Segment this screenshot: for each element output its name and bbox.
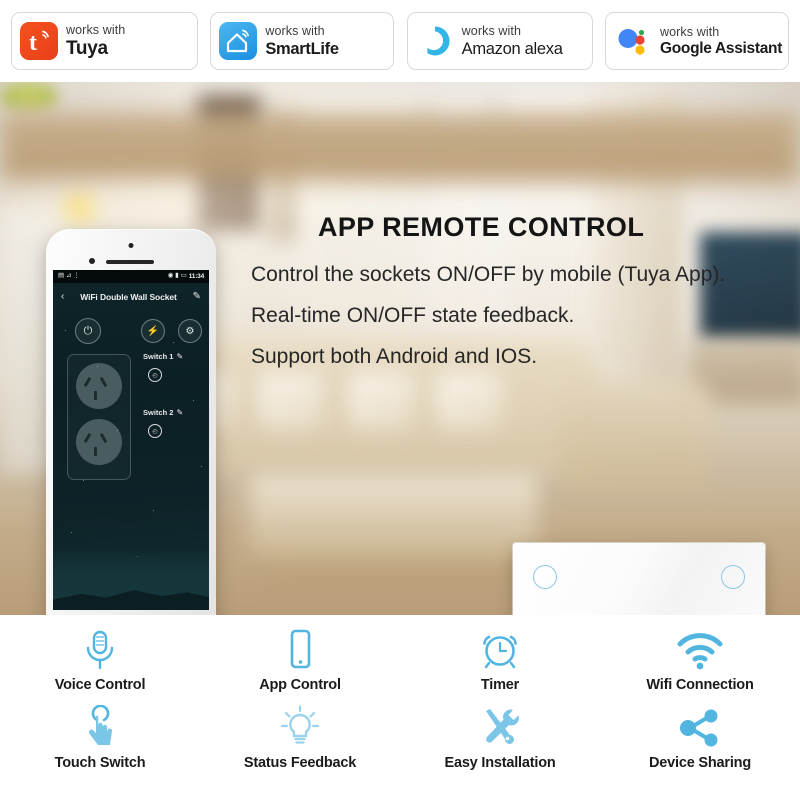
clock-timer-icon[interactable]: ◴ xyxy=(148,368,162,382)
switch-label: Switch 1 xyxy=(143,352,174,361)
hero-line-1: Control the sockets ON/OFF by mobile (Tu… xyxy=(251,263,726,286)
battery-icon: ◉ ▮ ▭ xyxy=(167,272,187,280)
power-button-icon[interactable]: ⏻ xyxy=(75,318,101,344)
touch-indicator-left-icon[interactable] xyxy=(533,565,557,589)
touch-hand-icon xyxy=(80,705,120,749)
status-bar-time: 11:34 xyxy=(188,273,204,280)
lightbulb-icon xyxy=(278,705,322,749)
feature-label: Easy Installation xyxy=(444,755,556,771)
wifi-signal-icon xyxy=(676,627,724,671)
feature-voice-control: Voice Control xyxy=(0,627,200,693)
proximity-sensor-icon xyxy=(89,258,95,264)
page-title: APP REMOTE CONTROL xyxy=(318,212,645,242)
touch-indicator-right-icon[interactable] xyxy=(721,565,745,589)
pencil-edit-icon[interactable]: ✎ xyxy=(193,291,201,302)
badge-amazon-alexa[interactable]: works with Amazon alexa xyxy=(406,12,593,70)
fruit-bowl-shape xyxy=(0,82,58,112)
hero-line-3: Support both Android and IOS. xyxy=(251,345,538,368)
smartphone-icon xyxy=(283,627,317,671)
microphone-icon xyxy=(80,627,120,671)
badge-tuya[interactable]: t works with Tuya xyxy=(11,12,198,70)
pencil-edit-icon[interactable]: ✎ xyxy=(176,408,183,417)
smartlife-house-logo-icon xyxy=(219,22,258,60)
feature-label: App Control xyxy=(259,677,341,693)
wooden-floor-shape xyxy=(0,112,800,182)
feature-label: Timer xyxy=(480,677,520,693)
coffee-table-shape xyxy=(250,474,538,554)
product-marketing-page: t works with Tuya works with SmartLife w… xyxy=(0,0,800,800)
share-nodes-icon xyxy=(677,705,723,749)
app-header-bar: ‹ WiFi Double Wall Socket ✎ xyxy=(53,283,209,310)
badge-works-with-label: works with xyxy=(659,24,720,39)
socket-outlet-right xyxy=(653,605,753,615)
chaise-shape xyxy=(560,382,710,490)
badge-works-with-label: works with xyxy=(265,24,325,38)
badge-brand-label: Tuya xyxy=(66,38,108,60)
google-assistant-dots-logo-icon xyxy=(614,22,652,60)
feature-row-2: Touch Switch Status Feedback Easy Instal… xyxy=(0,693,800,771)
lightning-bolt-icon[interactable]: ⚡ xyxy=(141,319,165,343)
phone-status-bar: ▤ ⊿ ⋮ ◉ ▮ ▭ 11:34 xyxy=(53,270,209,283)
feature-wifi-connection: Wifi Connection xyxy=(600,627,800,693)
feature-label: Touch Switch xyxy=(54,755,146,771)
compatibility-badge-bar: t works with Tuya works with SmartLife w… xyxy=(0,0,800,82)
list-item[interactable]: Switch 2 ✎ ◴ xyxy=(143,408,203,438)
feature-touch-switch: Touch Switch xyxy=(0,705,200,771)
switch-label: Switch 2 xyxy=(143,408,174,417)
feature-easy-installation: Easy Installation xyxy=(400,705,600,771)
feature-label: Wifi Connection xyxy=(646,677,754,693)
tools-wrench-screwdriver-icon xyxy=(478,705,522,749)
tuya-logo-icon: t xyxy=(20,22,58,60)
chevron-left-icon[interactable]: ‹ xyxy=(61,291,64,302)
app-control-row: ⏻ ⚡ ⚙ xyxy=(53,314,209,348)
feature-row-1: Voice Control App Control Timer Wifi Con… xyxy=(0,615,800,693)
app-switch-list: Switch 1 ✎ ◴ Switch 2 ✎ ◴ xyxy=(143,352,203,464)
badge-brand-label: Google Assistant xyxy=(659,40,783,57)
feature-label: Status Feedback xyxy=(243,755,357,771)
hero-lifestyle-photo: APP REMOTE CONTROL Control the sockets O… xyxy=(0,82,800,615)
app-screen-title: WiFi Double Wall Socket xyxy=(80,291,177,302)
amazon-alexa-ring-logo-icon xyxy=(416,22,454,60)
badge-smartlife[interactable]: works with SmartLife xyxy=(210,12,395,70)
feature-label: Device Sharing xyxy=(649,755,751,771)
hero-description: Control the sockets ON/OFF by mobile (Tu… xyxy=(251,264,725,387)
gear-settings-icon[interactable]: ⚙ xyxy=(178,319,202,343)
feature-grid: Voice Control App Control Timer Wifi Con… xyxy=(0,615,800,800)
badge-works-with-label: works with xyxy=(461,24,521,38)
phone-mockup: ▤ ⊿ ⋮ ◉ ▮ ▭ 11:34 ‹ WiFi Double Wall Soc… xyxy=(46,229,216,615)
pencil-edit-icon[interactable]: ✎ xyxy=(176,352,183,361)
badge-google-assistant[interactable]: works with Google Assistant xyxy=(604,12,789,70)
app-outlet-2 xyxy=(76,419,122,465)
feature-app-control: App Control xyxy=(200,627,400,693)
app-outlet-1 xyxy=(76,363,122,409)
feature-label: Voice Control xyxy=(54,677,146,693)
badge-brand-label: SmartLife xyxy=(265,39,339,58)
socket-outlet-left xyxy=(541,605,641,615)
feature-device-sharing: Device Sharing xyxy=(600,705,800,771)
app-socket-graphic xyxy=(67,354,131,480)
badge-brand-label: Amazon alexa xyxy=(461,39,563,58)
alarm-clock-icon xyxy=(479,627,521,671)
feature-timer: Timer xyxy=(400,627,600,693)
earpiece-speaker xyxy=(106,260,154,264)
wall-socket-product xyxy=(513,543,765,615)
front-camera-icon xyxy=(128,243,134,248)
svg-text:t: t xyxy=(29,30,37,56)
badge-works-with-label: works with xyxy=(66,22,126,37)
feature-status-feedback: Status Feedback xyxy=(200,705,400,771)
list-item[interactable]: Switch 1 ✎ ◴ xyxy=(143,352,203,382)
phone-screen: ▤ ⊿ ⋮ ◉ ▮ ▭ 11:34 ‹ WiFi Double Wall Soc… xyxy=(53,270,209,610)
clock-timer-icon[interactable]: ◴ xyxy=(148,424,162,438)
hero-line-2: Real-time ON/OFF state feedback. xyxy=(251,304,575,327)
signal-bars-icon: ▤ ⊿ ⋮ xyxy=(58,272,80,280)
